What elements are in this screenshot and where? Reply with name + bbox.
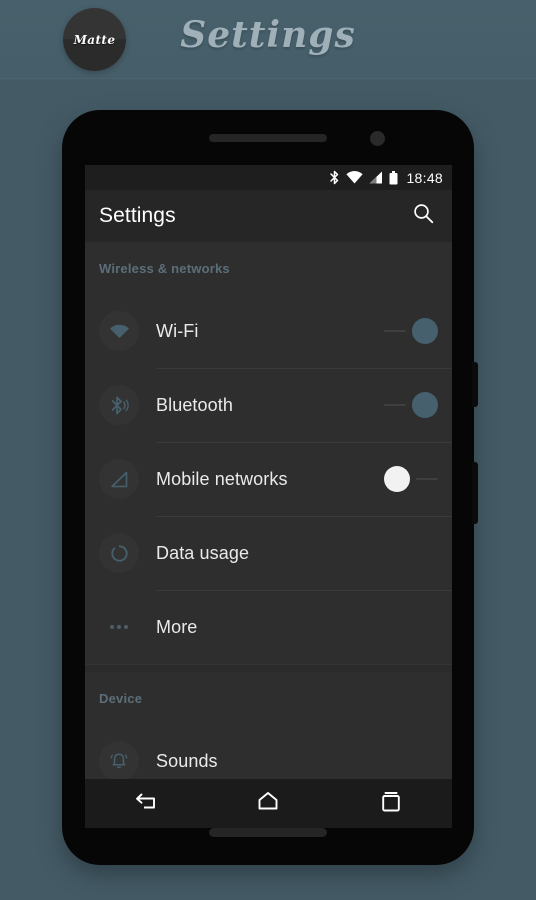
toggle-track <box>384 330 406 332</box>
status-bar: 18:48 <box>85 165 452 190</box>
more-icon <box>99 607 139 647</box>
power-button[interactable] <box>472 462 478 524</box>
toggle-track <box>384 404 406 406</box>
toggle-thumb <box>384 466 410 492</box>
wifi-icon <box>346 171 364 184</box>
section-divider <box>85 664 452 672</box>
navigation-bar <box>85 779 452 828</box>
phone-device: 18:48 Settings Wireless & networks Wi-Fi… <box>62 110 478 865</box>
home-button[interactable] <box>241 784 295 824</box>
list-item-more[interactable]: More <box>85 590 452 664</box>
bluetooth-icon <box>99 385 139 425</box>
bell-icon <box>99 741 139 781</box>
signal-icon <box>99 459 139 499</box>
list-item-label: Wi-Fi <box>156 320 199 341</box>
toggle-thumb <box>412 392 438 418</box>
signal-icon <box>369 171 383 184</box>
battery-icon <box>389 170 398 185</box>
toggle-thumb <box>412 318 438 344</box>
volume-button[interactable] <box>472 362 478 407</box>
recents-button[interactable] <box>364 784 418 824</box>
data-usage-icon <box>99 533 139 573</box>
list-item-data-usage[interactable]: Data usage <box>85 516 452 590</box>
bluetooth-toggle[interactable] <box>384 392 438 418</box>
toggle-track <box>416 478 438 480</box>
wifi-toggle[interactable] <box>384 318 438 344</box>
back-button[interactable] <box>119 784 173 824</box>
section-header-wireless: Wireless & networks <box>99 260 230 276</box>
bluetooth-icon <box>329 170 340 185</box>
phone-screen: 18:48 Settings Wireless & networks Wi-Fi… <box>85 165 452 828</box>
list-item-label: Mobile networks <box>156 468 288 489</box>
mobile-networks-toggle[interactable] <box>384 466 438 492</box>
app-bar: Settings <box>85 190 452 242</box>
home-icon <box>257 791 279 816</box>
list-item-bluetooth[interactable]: Bluetooth <box>85 368 452 442</box>
list-item-label: Data usage <box>156 542 250 563</box>
search-icon <box>413 203 434 229</box>
list-item-label: More <box>156 616 198 637</box>
status-bar-time: 18:48 <box>406 169 443 186</box>
settings-list: Wireless & networks Wi-Fi Bluetooth Mobi… <box>85 242 452 798</box>
page-header: Matte Settings <box>0 0 536 79</box>
wifi-icon <box>99 311 139 351</box>
list-item-mobile-networks[interactable]: Mobile networks <box>85 442 452 516</box>
section-header-device: Device <box>99 690 143 706</box>
search-button[interactable] <box>408 201 438 231</box>
list-item-label: Bluetooth <box>156 394 233 415</box>
bottom-speaker <box>209 828 327 837</box>
list-item-wifi[interactable]: Wi-Fi <box>85 294 452 368</box>
back-icon <box>134 791 158 816</box>
list-item-label: Sounds <box>156 750 218 771</box>
recents-icon <box>381 791 401 817</box>
page-title: Settings <box>180 14 356 56</box>
front-camera <box>370 131 385 146</box>
earpiece-speaker <box>209 134 327 142</box>
screenshot-root: Matte Settings 18:48 Settings Wireless &… <box>0 0 536 900</box>
app-bar-title: Settings <box>99 204 176 227</box>
